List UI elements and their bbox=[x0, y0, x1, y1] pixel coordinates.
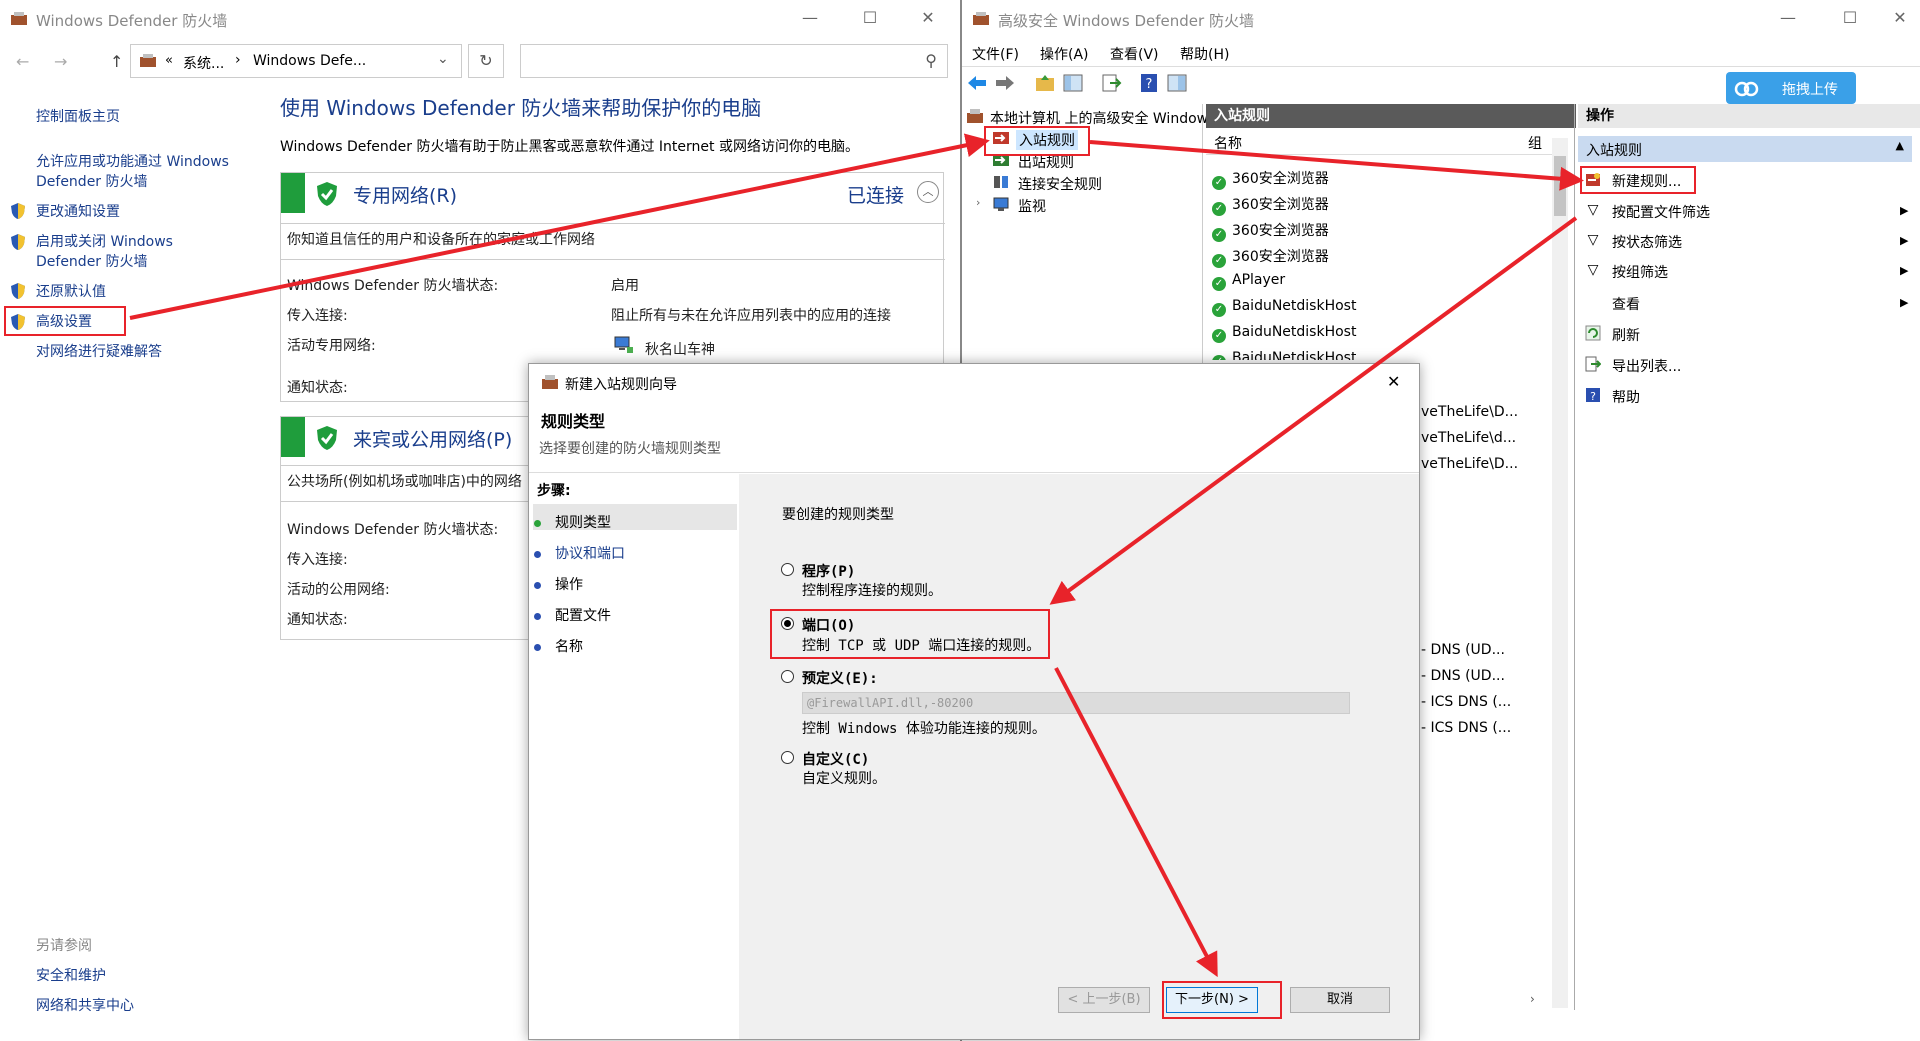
arrow-advanced-to-inbound bbox=[129, 133, 990, 320]
arrow-port-to-next bbox=[1054, 667, 1218, 978]
annotation-arrows-overlay bbox=[129, 133, 1584, 978]
arrow-new-rule-to-port bbox=[1049, 216, 1578, 605]
arrow-inbound-to-new-rule bbox=[1089, 140, 1584, 191]
